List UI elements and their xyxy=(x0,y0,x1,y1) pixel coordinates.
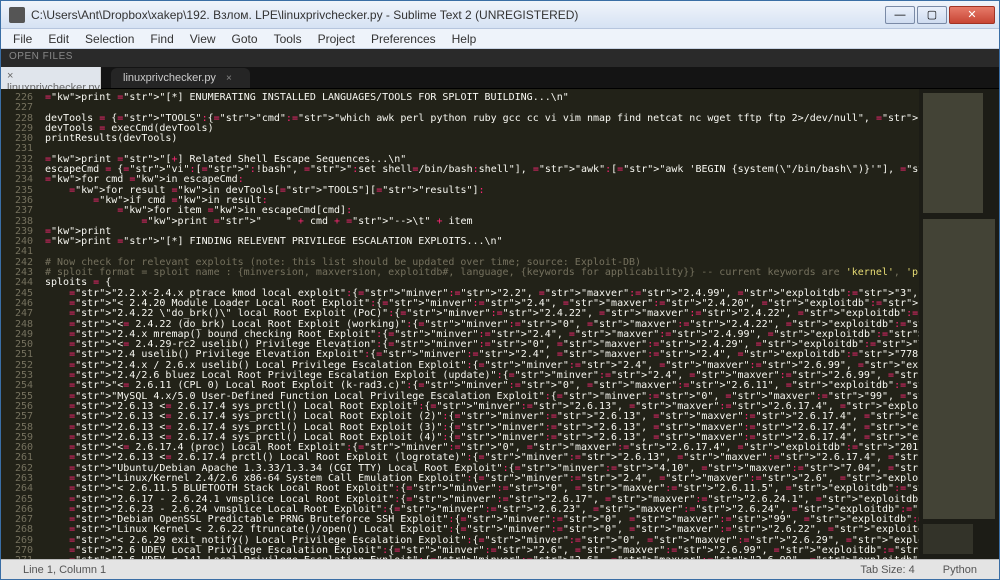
menu-goto[interactable]: Goto xyxy=(224,30,266,48)
status-position[interactable]: Line 1, Column 1 xyxy=(9,564,120,576)
titlebar-text: C:\Users\Ant\Dropbox\xakep\192. Взлом. L… xyxy=(31,8,885,22)
gutter: 226 227 228 229 230 231 232 233 234 235 … xyxy=(1,89,39,559)
minimap[interactable] xyxy=(919,89,999,559)
app-icon xyxy=(9,7,25,23)
tabbar: linuxprivchecker.py × xyxy=(1,67,999,89)
open-files-header: OPEN FILES xyxy=(1,49,999,67)
menu-file[interactable]: File xyxy=(5,30,40,48)
menubar: File Edit Selection Find View Goto Tools… xyxy=(1,29,999,49)
tab-label: linuxprivchecker.py xyxy=(123,72,216,84)
menu-preferences[interactable]: Preferences xyxy=(363,30,444,48)
status-tabsize[interactable]: Tab Size: 4 xyxy=(846,564,928,576)
menu-view[interactable]: View xyxy=(182,30,224,48)
titlebar[interactable]: C:\Users\Ant\Dropbox\xakep\192. Взлом. L… xyxy=(1,1,999,29)
close-button[interactable]: ✕ xyxy=(949,6,995,24)
app-window: C:\Users\Ant\Dropbox\xakep\192. Взлом. L… xyxy=(0,0,1000,580)
minimize-button[interactable]: — xyxy=(885,6,915,24)
tab-active[interactable]: linuxprivchecker.py × xyxy=(111,68,250,88)
statusbar: Line 1, Column 1 Tab Size: 4 Python xyxy=(1,559,999,579)
menu-help[interactable]: Help xyxy=(444,30,485,48)
status-language[interactable]: Python xyxy=(929,564,991,576)
menu-tools[interactable]: Tools xyxy=(266,30,310,48)
menu-project[interactable]: Project xyxy=(310,30,363,48)
tab-close-icon[interactable]: × xyxy=(226,73,232,84)
menu-selection[interactable]: Selection xyxy=(77,30,142,48)
menu-find[interactable]: Find xyxy=(142,30,181,48)
editor[interactable]: 226 227 228 229 230 231 232 233 234 235 … xyxy=(1,89,999,559)
maximize-button[interactable]: ▢ xyxy=(917,6,947,24)
menu-edit[interactable]: Edit xyxy=(40,30,77,48)
code-content[interactable]: ="kw">print ="str">"[*] ENUMERATING INST… xyxy=(39,89,919,559)
